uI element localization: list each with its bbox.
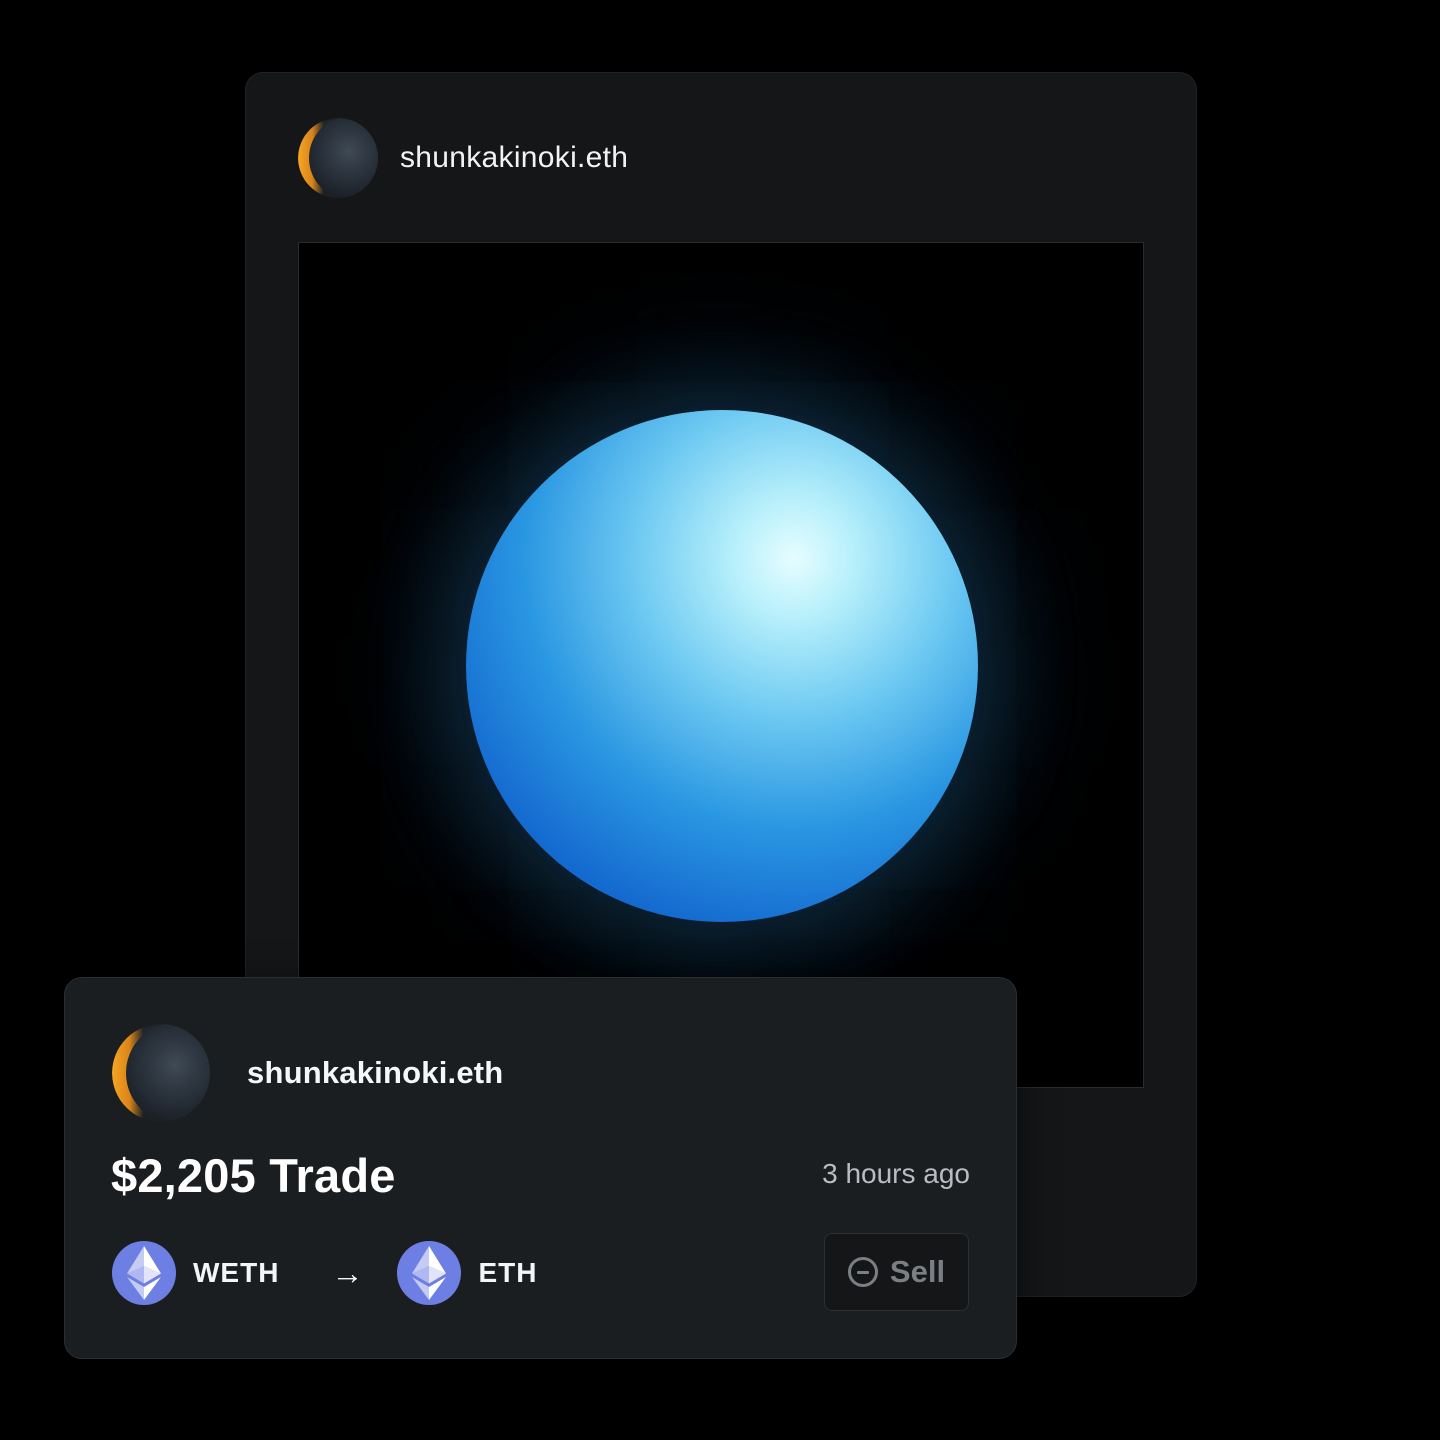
post-header: shunkakinoki.eth [298,118,628,198]
token-swap-row: WETH → ETH [112,1240,537,1306]
sell-button[interactable]: Sell [824,1233,969,1311]
from-token-label: WETH [193,1257,280,1288]
trade-username[interactable]: shunkakinoki.eth [247,1055,503,1091]
ethereum-glyph [412,1246,447,1300]
crescent-moon-avatar-icon[interactable] [112,1024,210,1122]
trade-title: $2,205 Trade [111,1149,396,1202]
from-token[interactable]: WETH [112,1241,279,1305]
ethereum-glyph [127,1246,161,1300]
sell-button-label: Sell [889,1254,946,1289]
minus-circle-icon [847,1257,878,1287]
nft-artwork[interactable] [298,242,1144,1088]
ethereum-icon [397,1241,462,1305]
trade-card[interactable]: shunkakinoki.eth $2,205 Trade 3 hours ag… [64,977,1017,1359]
trade-header: shunkakinoki.eth [112,1024,503,1122]
post-username[interactable]: shunkakinoki.eth [400,141,628,175]
to-token-label: ETH [478,1257,538,1288]
stage: shunkakinoki.eth shunkakinoki.eth $2,205… [0,0,1440,1440]
crescent-moon-avatar-icon[interactable] [298,118,378,198]
blue-orb-image [466,410,978,922]
trade-timestamp: 3 hours ago [822,1158,970,1189]
ethereum-icon [112,1241,176,1305]
to-token[interactable]: ETH [397,1241,537,1305]
arrow-right-icon: → [331,1255,364,1291]
